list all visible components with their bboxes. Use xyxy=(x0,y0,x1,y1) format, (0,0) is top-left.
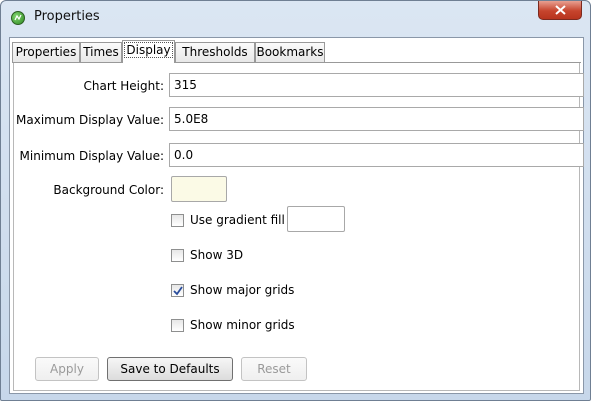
save-to-defaults-button[interactable]: Save to Defaults xyxy=(107,357,233,381)
close-button[interactable] xyxy=(538,1,582,20)
minor-grids-label: Show minor grids xyxy=(190,318,295,332)
major-grids-label: Show major grids xyxy=(190,283,295,297)
tab-bookmarks[interactable]: Bookmarks xyxy=(255,42,325,62)
major-grids-option[interactable]: Show major grids xyxy=(171,282,311,300)
title-bar: Properties xyxy=(1,1,590,35)
dialog-content: Properties Times Display Thresholds Book… xyxy=(9,37,584,394)
gradient-fill-label: Use gradient fill xyxy=(190,213,285,227)
min-display-label: Minimum Display Value: xyxy=(19,149,164,163)
close-icon xyxy=(555,5,566,15)
checkmark-icon xyxy=(173,286,183,296)
gradient-color-swatch[interactable] xyxy=(287,206,345,232)
minor-grids-option[interactable]: Show minor grids xyxy=(171,317,311,335)
window-title: Properties xyxy=(34,9,100,24)
tab-thresholds[interactable]: Thresholds xyxy=(175,42,255,62)
chart-height-field[interactable] xyxy=(169,73,584,97)
show-3d-option[interactable]: Show 3D xyxy=(171,247,271,265)
tab-display[interactable]: Display xyxy=(122,40,175,63)
reset-button[interactable]: Reset xyxy=(241,357,307,381)
tab-properties[interactable]: Properties xyxy=(12,42,80,62)
major-grids-checkbox[interactable] xyxy=(171,284,184,297)
minor-grids-checkbox[interactable] xyxy=(171,319,184,332)
background-color-swatch[interactable] xyxy=(171,176,227,202)
max-display-label: Maximum Display Value: xyxy=(16,113,164,127)
properties-window: Properties Properties Times Display Thre… xyxy=(0,0,591,401)
gradient-fill-option[interactable]: Use gradient fill xyxy=(171,212,291,230)
display-panel: Chart Height: Maximum Display Value: Min… xyxy=(13,63,584,391)
max-display-field[interactable] xyxy=(169,107,584,131)
gradient-fill-checkbox[interactable] xyxy=(171,214,184,227)
background-color-label: Background Color: xyxy=(53,183,164,197)
chart-height-label: Chart Height: xyxy=(83,79,164,93)
apply-button[interactable]: Apply xyxy=(35,357,99,381)
show-3d-label: Show 3D xyxy=(190,248,244,262)
show-3d-checkbox[interactable] xyxy=(171,249,184,262)
tab-times[interactable]: Times xyxy=(80,42,122,62)
app-icon xyxy=(11,11,25,25)
min-display-field[interactable] xyxy=(169,143,584,167)
